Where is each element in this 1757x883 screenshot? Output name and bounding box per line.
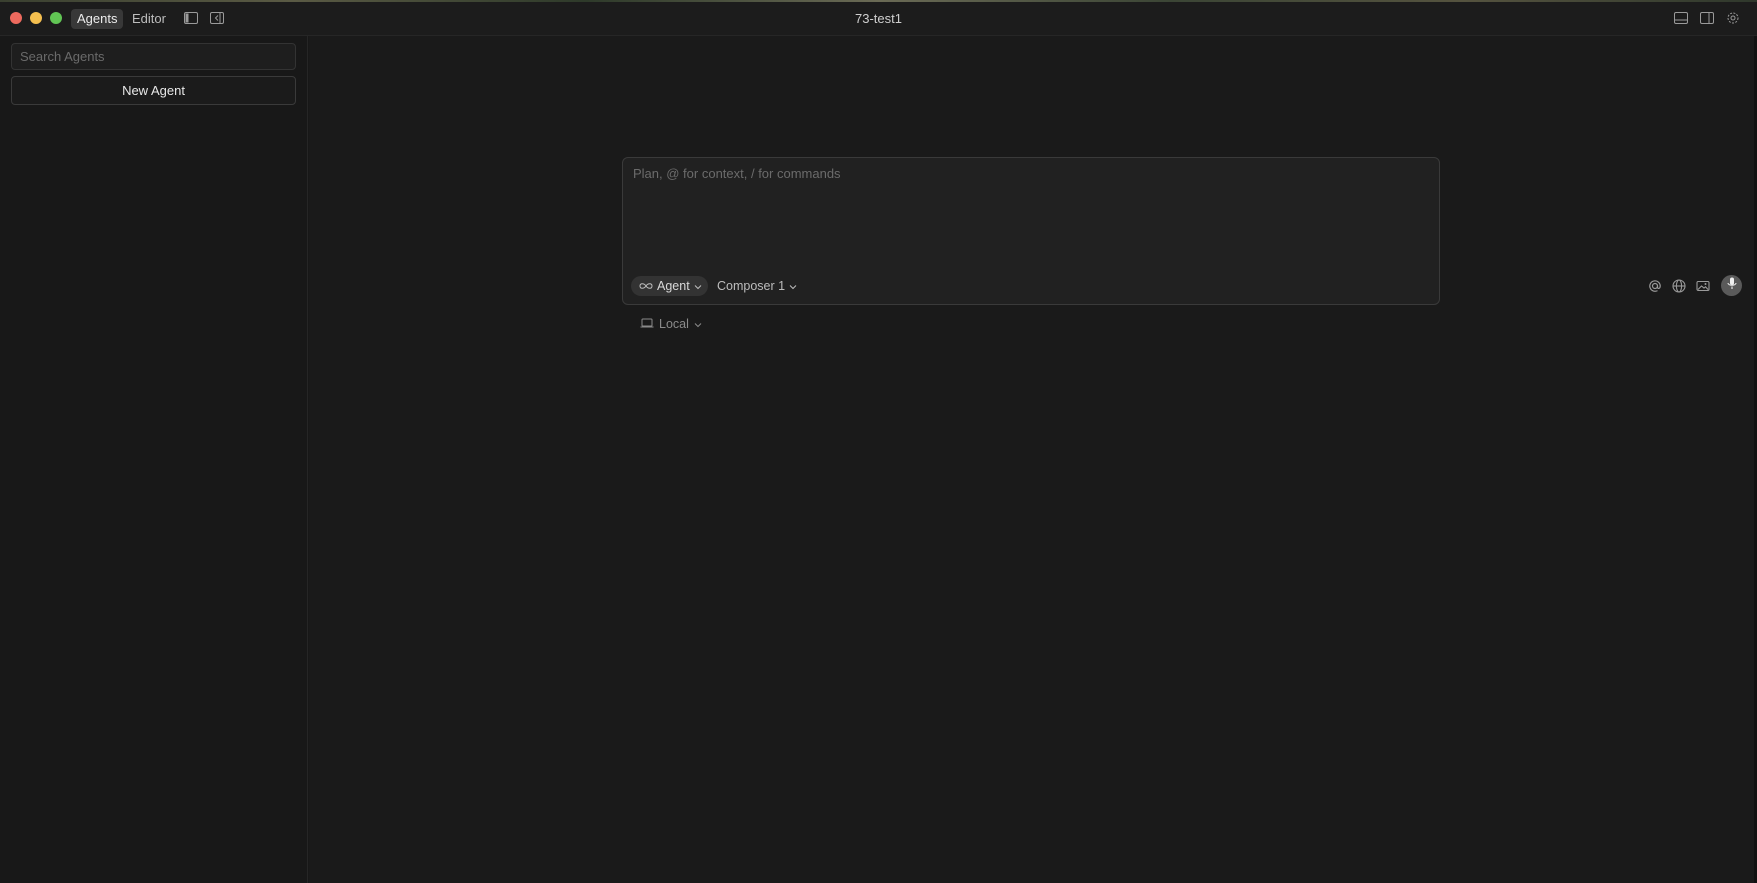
model-label: Composer 1 bbox=[717, 279, 786, 293]
window-title: 73-test1 bbox=[855, 11, 902, 26]
gear-icon[interactable] bbox=[1726, 11, 1740, 24]
model-select[interactable]: Composer 1 bbox=[717, 276, 797, 296]
chevron-down-icon bbox=[694, 315, 702, 333]
infinity-icon bbox=[639, 276, 653, 296]
laptop-icon bbox=[640, 315, 654, 333]
at-sign-icon[interactable] bbox=[1647, 278, 1663, 294]
tab-agents[interactable]: Agents bbox=[71, 9, 124, 29]
mode-select[interactable]: Agent bbox=[631, 276, 708, 296]
minimize-window-button[interactable] bbox=[30, 12, 42, 24]
sidebar: New Agent bbox=[0, 36, 308, 883]
back-panel-icon[interactable] bbox=[210, 12, 224, 24]
location-select[interactable]: Local bbox=[640, 315, 702, 333]
tab-editor[interactable]: Editor bbox=[126, 9, 172, 29]
sidebar-toggle-icon[interactable] bbox=[184, 12, 198, 24]
microphone-button[interactable] bbox=[1721, 275, 1742, 296]
chevron-down-icon bbox=[789, 276, 797, 296]
close-window-button[interactable] bbox=[10, 12, 22, 24]
right-panel-icon[interactable] bbox=[1700, 12, 1714, 24]
prompt-input[interactable] bbox=[631, 164, 1431, 254]
search-agents-input[interactable] bbox=[11, 43, 296, 70]
mode-label: Agent bbox=[657, 279, 690, 293]
location-label: Local bbox=[659, 317, 689, 331]
titlebar: Agents Editor 73-test1 bbox=[0, 2, 1757, 36]
microphone-icon bbox=[1726, 277, 1737, 295]
chevron-down-icon bbox=[694, 276, 702, 296]
globe-icon[interactable] bbox=[1671, 278, 1687, 294]
composer-box: Agent Composer 1 bbox=[622, 157, 1742, 305]
bottom-panel-icon[interactable] bbox=[1674, 12, 1688, 24]
app-window: Agents Editor 73-test1 New Agent bbox=[0, 2, 1757, 883]
image-icon[interactable] bbox=[1695, 278, 1711, 294]
maximize-window-button[interactable] bbox=[50, 12, 62, 24]
new-agent-button[interactable]: New Agent bbox=[11, 76, 296, 105]
main-panel: Agent Composer 1 bbox=[309, 36, 1757, 883]
